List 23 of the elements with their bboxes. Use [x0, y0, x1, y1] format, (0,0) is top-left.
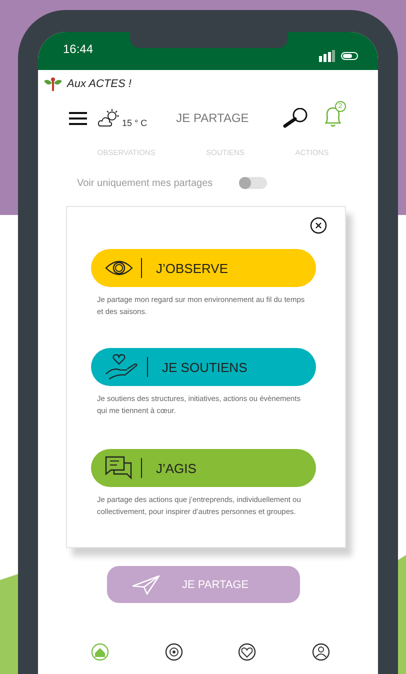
share-button[interactable]: JE PARTAGE	[107, 566, 300, 603]
paper-plane-icon	[132, 574, 160, 594]
temperature: 15 ° C	[122, 118, 148, 128]
menu-icon[interactable]	[69, 112, 87, 124]
option-button[interactable]: J’OBSERVE	[91, 249, 316, 287]
cloud-sun-icon	[97, 108, 121, 128]
toggle-switch[interactable]	[238, 177, 267, 189]
logo-icon	[43, 77, 63, 91]
chat-icon	[105, 456, 133, 480]
signal-icon	[319, 50, 335, 62]
target-icon[interactable]	[164, 643, 183, 661]
page-title: JE PARTAGE	[176, 111, 249, 125]
status-time: 16:44	[63, 42, 94, 56]
search-icon[interactable]	[282, 108, 308, 128]
option-button[interactable]: J’AGIS	[91, 449, 316, 487]
option-button[interactable]: JE SOUTIENS	[91, 348, 316, 386]
eye-icon	[105, 259, 133, 277]
filter-label: Voir uniquement mes partages	[77, 178, 213, 188]
app-logo: Aux ACTES !	[67, 78, 132, 90]
heart-hand-icon	[105, 354, 139, 380]
close-icon[interactable]	[310, 217, 327, 234]
battery-icon	[341, 52, 358, 60]
profile-icon[interactable]	[312, 643, 330, 661]
